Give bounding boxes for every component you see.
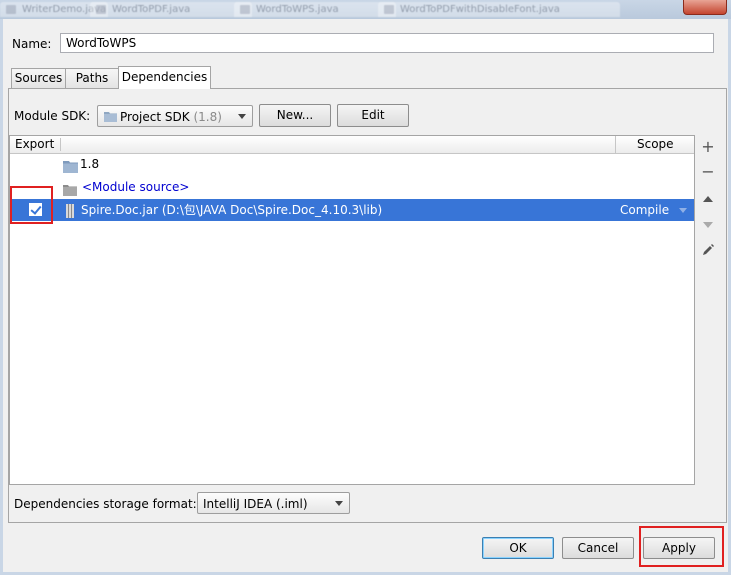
storage-format-label: Dependencies storage format: xyxy=(14,497,197,511)
column-divider xyxy=(60,138,61,151)
row-label: Spire.Doc.jar (D:\包\JAVA Doc\Spire.Doc_4… xyxy=(81,203,383,217)
storage-format-select[interactable]: IntelliJ IDEA (.iml) xyxy=(197,492,350,514)
scope-value[interactable]: Compile xyxy=(620,199,669,221)
background-tab: WordToPDFwithDisableFont.java xyxy=(378,2,620,17)
row-label: <Module source> xyxy=(82,180,190,194)
chevron-down-icon xyxy=(679,208,687,213)
storage-format-value: IntelliJ IDEA (.iml) xyxy=(203,497,308,511)
edit-sdk-button[interactable]: Edit xyxy=(337,104,409,127)
table-header: Export Scope xyxy=(10,136,694,154)
highlight-box xyxy=(10,186,53,224)
move-up-icon[interactable] xyxy=(698,190,718,210)
edit-icon[interactable] xyxy=(698,240,718,260)
ok-button[interactable]: OK xyxy=(482,537,554,559)
name-input[interactable]: WordToWPS xyxy=(60,33,714,53)
window-close-button[interactable] xyxy=(683,0,727,15)
new-sdk-button[interactable]: New... xyxy=(259,104,331,127)
module-sdk-value: Project SDK (1.8) xyxy=(120,110,222,124)
chevron-down-icon xyxy=(335,501,343,506)
tab-dependencies[interactable]: Dependencies xyxy=(118,66,211,89)
module-sdk-select[interactable]: Project SDK (1.8) xyxy=(97,105,253,127)
add-icon[interactable]: + xyxy=(698,137,718,157)
apply-button[interactable]: Apply xyxy=(643,537,715,559)
name-label: Name: xyxy=(12,37,52,51)
table-row[interactable]: <Module source> xyxy=(10,176,694,198)
chevron-down-icon xyxy=(238,114,246,119)
tab-sources[interactable]: Sources xyxy=(11,68,66,89)
module-sdk-label: Module SDK: xyxy=(14,109,91,123)
cancel-button[interactable]: Cancel xyxy=(562,537,634,559)
scope-column-header[interactable]: Scope xyxy=(637,136,674,153)
export-column-header[interactable]: Export xyxy=(15,136,54,153)
tab-paths[interactable]: Paths xyxy=(65,68,119,89)
window-frame xyxy=(0,19,3,575)
folder-icon xyxy=(104,111,117,125)
dependencies-table: Export Scope 1.8 <Module source> Spire.D… xyxy=(9,135,695,485)
table-row[interactable]: 1.8 xyxy=(10,153,694,175)
background-tab: WordToPDF.java xyxy=(90,2,252,17)
window-tab-strip: WriterDemo.java WordToPDF.java WordToWPS… xyxy=(0,0,731,19)
background-tab: WordToWPS.java xyxy=(234,2,396,17)
column-divider xyxy=(615,136,616,153)
row-label: 1.8 xyxy=(80,157,100,171)
remove-icon[interactable]: − xyxy=(698,162,718,182)
jar-icon xyxy=(65,203,75,225)
move-down-icon[interactable] xyxy=(698,214,718,234)
table-row-selected[interactable]: Spire.Doc.jar (D:\包\JAVA Doc\Spire.Doc_4… xyxy=(10,199,694,221)
